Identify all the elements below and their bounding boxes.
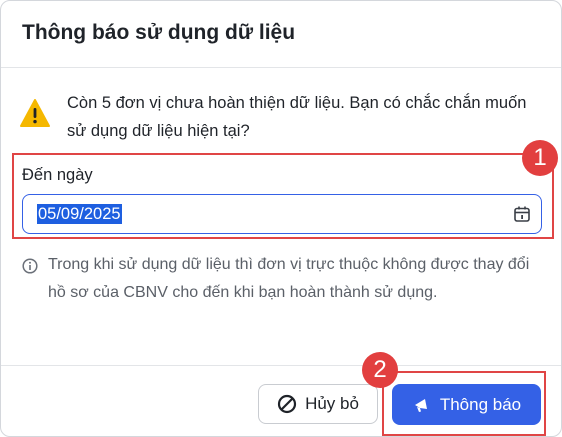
cancel-button-label: Hủy bỏ — [305, 394, 359, 413]
annotation-badge-1: 1 — [522, 140, 558, 176]
warning-message: Còn 5 đơn vị chưa hoàn thiện dữ liệu. Bạ… — [67, 94, 527, 140]
warning-triangle-icon — [20, 99, 50, 127]
cancel-button[interactable]: Hủy bỏ — [258, 384, 378, 424]
annotation-box-2 — [382, 371, 546, 436]
dialog-title: Thông báo sử dụng dữ liệu — [22, 21, 296, 44]
ban-icon — [277, 394, 297, 414]
footer-divider — [1, 365, 561, 366]
annotation-box-1 — [12, 153, 554, 239]
info-circle-icon — [22, 258, 38, 274]
info-note: Trong khi sử dụng dữ liệu thì đơn vị trự… — [48, 256, 530, 301]
annotation-badge-2: 2 — [362, 352, 398, 388]
dialog-header: Thông báo sử dụng dữ liệu — [1, 1, 561, 68]
